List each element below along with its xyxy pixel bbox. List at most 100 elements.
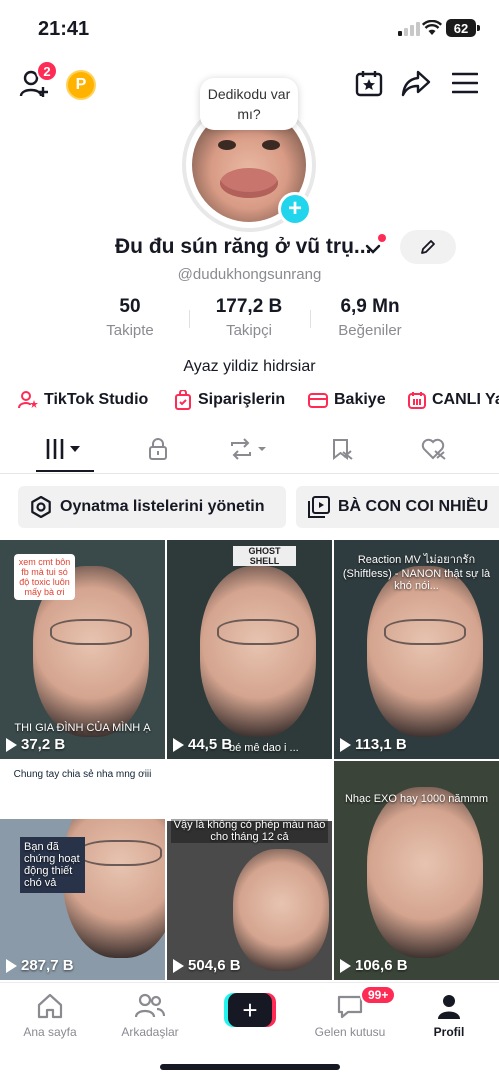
- calendar-button[interactable]: [354, 68, 384, 98]
- followers-stat[interactable]: 177,2 B Takipçi: [189, 296, 309, 339]
- play-icon: [6, 958, 17, 973]
- likes-stat[interactable]: 6,9 Mn Beğeniler: [310, 296, 430, 339]
- video-tile[interactable]: Vậy là không có phép màu nào cho tháng 1…: [167, 761, 332, 980]
- play-count-value: 113,1 B: [355, 736, 407, 753]
- status-bubble[interactable]: Dedikodu var mı?: [200, 78, 298, 130]
- username: @dudukhongsunrang: [177, 266, 322, 283]
- play-count: 504,6 B: [173, 957, 241, 974]
- stat-label: Takipte: [106, 322, 154, 339]
- live-icon: [408, 392, 426, 409]
- video-caption: bé mê dao i ...: [229, 742, 299, 754]
- edit-profile-button[interactable]: [400, 230, 456, 264]
- pencil-icon: [421, 240, 435, 254]
- video-caption: Bạn đã chứng hoạt động thiết chó vả: [20, 837, 85, 893]
- bio-text: Ayaz yildiz hidrsiar: [183, 358, 316, 375]
- orders-link[interactable]: Siparişlerin: [174, 388, 285, 412]
- play-count-value: 287,7 B: [21, 957, 74, 974]
- tiktok-studio-link[interactable]: TikTok Studio: [18, 388, 148, 412]
- link-label: TikTok Studio: [44, 391, 149, 408]
- stat-value: 6,9 Mn: [340, 296, 400, 317]
- tab-reposts[interactable]: [228, 434, 268, 464]
- nav-label: Arkadaşlar: [121, 1025, 179, 1039]
- balance-link[interactable]: Bakiye: [308, 388, 386, 412]
- playlist-icon: [308, 496, 330, 518]
- studio-icon: [18, 391, 38, 409]
- heart-hidden-icon: [421, 438, 446, 460]
- video-tile[interactable]: xem cmt bôn fb mà tui só độ toxic luôn m…: [0, 540, 165, 759]
- lock-icon: [149, 438, 167, 460]
- video-tile[interactable]: Reaction MV ไม่อยากรัก (Shiftless) - NAN…: [334, 540, 499, 759]
- home-icon: [37, 993, 63, 1019]
- menu-button[interactable]: [450, 70, 480, 96]
- coin-button[interactable]: P: [66, 70, 96, 100]
- inbox-badge: 99+: [360, 985, 397, 1005]
- display-name[interactable]: Đu đu sún răng ở vũ trụ...: [115, 235, 371, 259]
- notification-badge: 2: [36, 60, 58, 82]
- play-count-value: 44,5 B: [188, 736, 233, 753]
- play-icon: [6, 737, 17, 752]
- manage-playlists-button[interactable]: Oynatma listelerini yönetin: [18, 486, 286, 528]
- play-icon: [173, 737, 184, 752]
- play-count-value: 37,2 B: [21, 736, 66, 753]
- video-caption: [167, 761, 332, 821]
- live-link[interactable]: CANLI Ya: [408, 388, 499, 412]
- tab-favorites[interactable]: [322, 434, 362, 464]
- bookmark-hidden-icon: [333, 439, 353, 461]
- chevron-down-icon[interactable]: [364, 240, 382, 258]
- link-label: Bakiye: [334, 391, 386, 408]
- friends-icon: [135, 993, 165, 1018]
- video-caption: Reaction MV ไม่อยากรัก (Shiftless) - NAN…: [342, 554, 491, 592]
- wifi-icon: [422, 20, 442, 35]
- home-indicator: [160, 1064, 340, 1070]
- pill-label: Oynatma listelerini yönetin: [60, 498, 265, 515]
- wallet-icon: [308, 393, 328, 408]
- nav-label: Profil: [433, 1025, 465, 1039]
- profile-shortcuts: TikTok Studio Siparişlerin Bakiye CANLI …: [0, 388, 499, 412]
- content-tabs: [0, 426, 499, 474]
- nav-inbox[interactable]: 99+ Gelen kutusu: [300, 985, 400, 1039]
- video-tile[interactable]: GHOST SHELL bé mê dao i ... 44,5 B: [167, 540, 332, 759]
- create-button[interactable]: +: [224, 993, 276, 1027]
- share-profile-button[interactable]: [400, 68, 432, 98]
- video-caption: THI GIA ĐÌNH CỦA MÌNH Ạ: [14, 722, 151, 734]
- play-count: 44,5 B: [173, 736, 232, 753]
- link-label: CANLI Ya: [432, 391, 499, 408]
- profile-icon: [438, 995, 460, 1019]
- tab-liked[interactable]: [414, 434, 454, 464]
- status-time: 21:41: [38, 18, 90, 40]
- stat-label: Takipçi: [226, 322, 272, 339]
- stat-label: Beğeniler: [338, 322, 402, 339]
- status-bar: 21:41 62: [0, 0, 499, 56]
- play-count: 287,7 B: [6, 957, 74, 974]
- share-icon: [401, 70, 431, 97]
- playlist-button[interactable]: BÀ CON COI NHIỀU: [296, 486, 499, 528]
- battery-indicator: 62: [446, 19, 480, 37]
- video-tile[interactable]: Chung tay chia sẻ nha mng ơiii Bạn đã ch…: [0, 761, 165, 980]
- video-caption: Chung tay chia sẻ nha mng ơiii: [0, 761, 165, 819]
- calendar-star-icon: [355, 71, 383, 97]
- nav-friends[interactable]: Arkadaşlar: [100, 991, 200, 1039]
- nav-home[interactable]: Ana sayfa: [0, 991, 100, 1039]
- stat-value: 50: [119, 296, 141, 317]
- create-icon: +: [228, 993, 272, 1027]
- following-stat[interactable]: 50 Takipte: [70, 296, 190, 339]
- play-icon: [340, 737, 351, 752]
- gear-icon: [31, 496, 51, 518]
- play-icon: [173, 958, 184, 973]
- video-grid-icon: [46, 439, 80, 459]
- video-caption: Vậy là không có phép màu nào cho tháng 1…: [171, 819, 328, 843]
- video-caption: xem cmt bôn fb mà tui só độ toxic luôn m…: [14, 554, 75, 600]
- repost-icon: [231, 438, 266, 460]
- orders-icon: [175, 390, 191, 410]
- nav-profile[interactable]: Profil: [399, 991, 499, 1039]
- add-story-button[interactable]: +: [278, 192, 312, 226]
- active-tab-indicator: [36, 470, 94, 472]
- tab-videos[interactable]: [44, 434, 84, 464]
- play-count-value: 504,6 B: [188, 957, 241, 974]
- video-tile[interactable]: Nhạc EXO hay 1000 nămmm 106,6 B: [334, 761, 499, 980]
- tab-private[interactable]: [138, 434, 178, 464]
- pill-label: BÀ CON COI NHIỀU: [338, 498, 489, 515]
- link-label: Siparişlerin: [198, 391, 286, 408]
- play-icon: [340, 958, 351, 973]
- play-count-value: 106,6 B: [355, 957, 408, 974]
